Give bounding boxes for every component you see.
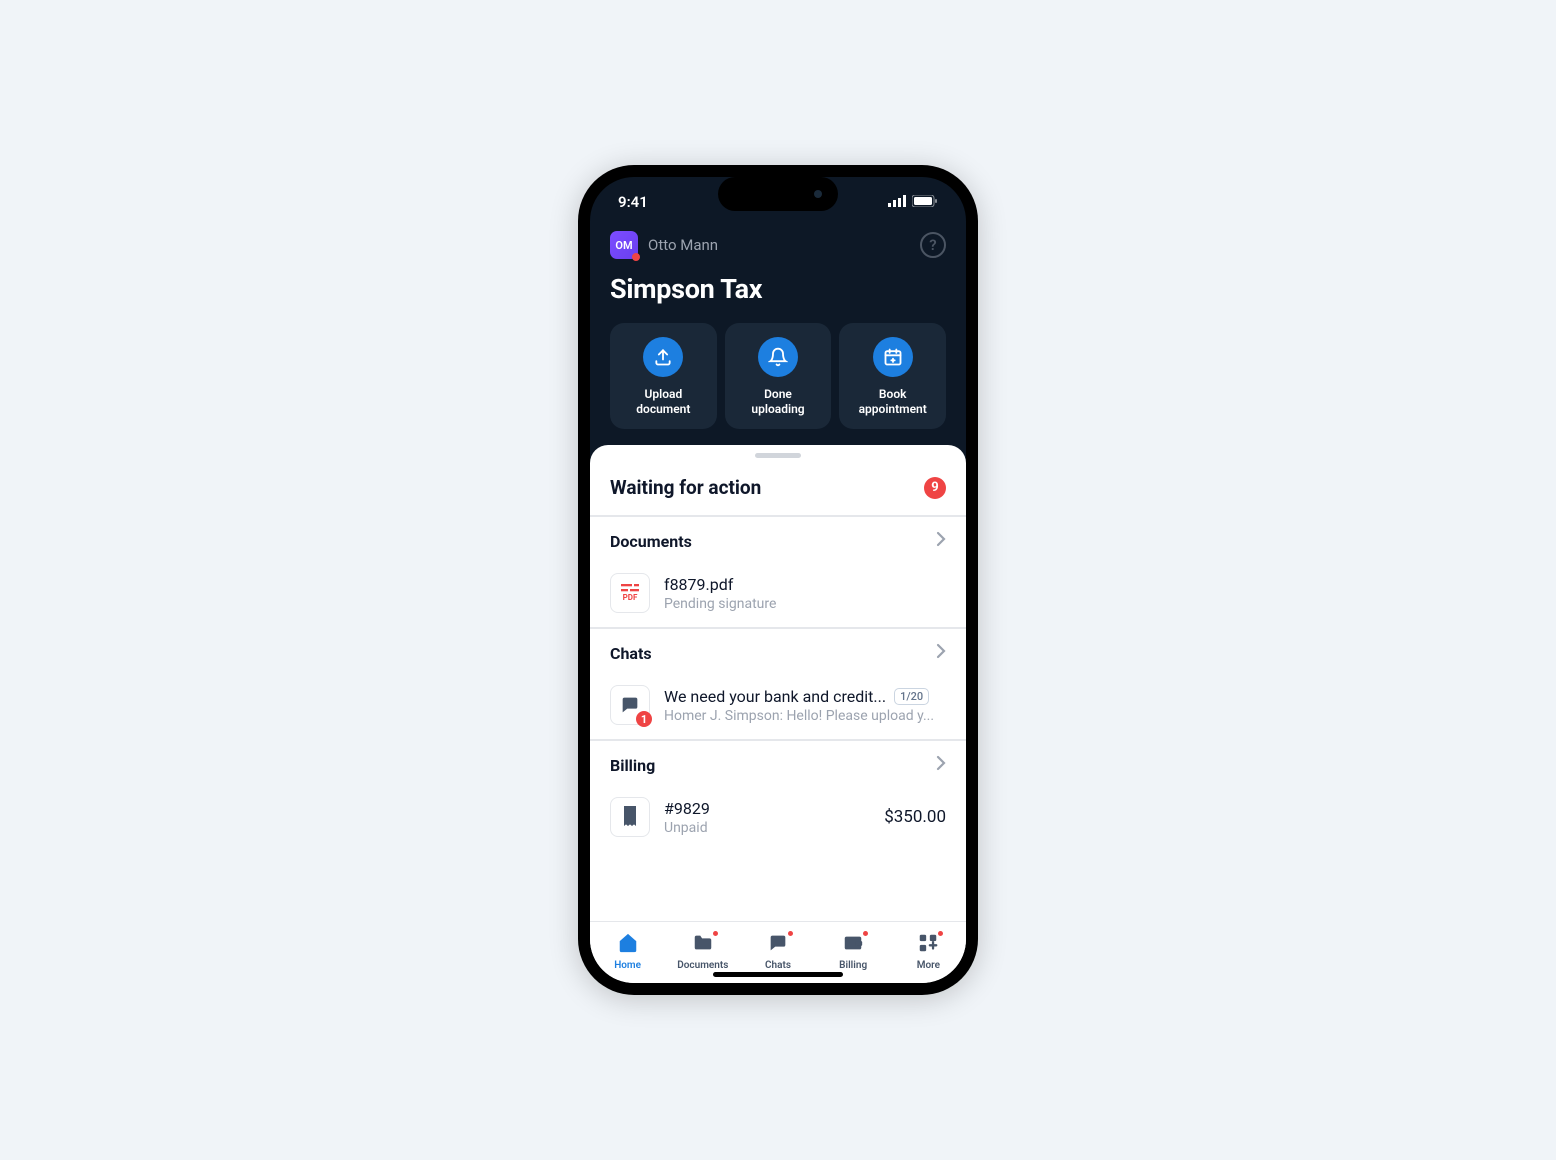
billing-section-header[interactable]: Billing — [590, 740, 966, 787]
section-title: Waiting for action — [610, 476, 761, 499]
avatar-notification-dot — [632, 253, 640, 261]
chevron-right-icon — [936, 755, 946, 775]
tab-chats[interactable]: Chats — [747, 932, 809, 971]
tab-label: Chats — [765, 960, 791, 971]
chevron-right-icon — [936, 643, 946, 663]
document-body: f8879.pdf Pending signature — [664, 575, 946, 612]
tile-label: Uploaddocument — [636, 387, 690, 417]
grid-icon — [917, 932, 939, 957]
invoice-amount: $350.00 — [884, 807, 946, 827]
battery-icon — [912, 193, 938, 211]
page-title: Simpson Tax — [610, 273, 946, 305]
signal-icon — [888, 193, 906, 211]
book-appointment-button[interactable]: Bookappointment — [839, 323, 946, 429]
tab-more[interactable]: More — [897, 932, 959, 971]
chevron-right-icon — [936, 531, 946, 551]
billing-label: Billing — [610, 756, 655, 775]
phone-frame: 9:41 OM Otto Mann ? Simpson Tax — [578, 165, 978, 995]
chat-preview: Homer J. Simpson: Hello! Please upload y… — [664, 708, 946, 724]
sheet-grabber[interactable] — [755, 453, 801, 458]
help-icon[interactable]: ? — [920, 232, 946, 258]
documents-section-header[interactable]: Documents — [590, 516, 966, 563]
wallet-icon — [842, 932, 864, 957]
tile-label: Doneuploading — [751, 387, 804, 417]
folder-icon — [692, 932, 714, 957]
documents-label: Documents — [610, 532, 692, 551]
notification-dot — [863, 931, 868, 936]
bell-icon — [758, 337, 798, 377]
tab-billing[interactable]: Billing — [822, 932, 884, 971]
chat-unread-badge: 1 — [636, 711, 652, 727]
chat-bubble-icon: 1 — [610, 685, 650, 725]
chat-item[interactable]: 1 We need your bank and credit... 1/20 H… — [590, 675, 966, 740]
invoice-body: #9829 Unpaid — [664, 799, 870, 836]
chat-title: We need your bank and credit... — [664, 687, 886, 706]
notification-dot — [788, 931, 793, 936]
notification-dot — [713, 931, 718, 936]
document-item[interactable]: PDF f8879.pdf Pending signature — [590, 563, 966, 628]
upload-document-button[interactable]: Uploaddocument — [610, 323, 717, 429]
tab-label: Home — [614, 960, 641, 971]
home-icon — [617, 932, 639, 957]
document-title: f8879.pdf — [664, 575, 946, 594]
pdf-icon: PDF — [610, 573, 650, 613]
sheet-content[interactable]: Waiting for action 9 Documents PDF — [590, 462, 966, 921]
action-count-badge: 9 — [924, 477, 946, 499]
action-tiles: Uploaddocument Doneuploading Bookappoint… — [590, 323, 966, 445]
invoice-status: Unpaid — [664, 820, 870, 836]
document-status: Pending signature — [664, 596, 946, 612]
chat-body: We need your bank and credit... 1/20 Hom… — [664, 687, 946, 724]
tile-label: Bookappointment — [859, 387, 927, 417]
calendar-icon — [873, 337, 913, 377]
notification-dot — [938, 931, 943, 936]
status-right — [888, 193, 938, 211]
chats-section-header[interactable]: Chats — [590, 628, 966, 675]
tab-label: More — [917, 960, 940, 971]
chat-icon — [767, 932, 789, 957]
chat-date: 1/20 — [894, 688, 929, 705]
upload-icon — [643, 337, 683, 377]
tab-home[interactable]: Home — [597, 932, 659, 971]
content-sheet: Waiting for action 9 Documents PDF — [590, 445, 966, 983]
done-uploading-button[interactable]: Doneuploading — [725, 323, 832, 429]
status-time: 9:41 — [618, 193, 648, 211]
user-name: Otto Mann — [648, 236, 718, 254]
avatar-initials: OM — [615, 239, 632, 252]
waiting-for-action-header: Waiting for action 9 — [590, 462, 966, 516]
invoice-icon — [610, 797, 650, 837]
invoice-number: #9829 — [664, 799, 870, 818]
chats-label: Chats — [610, 644, 652, 663]
invoice-item[interactable]: #9829 Unpaid $350.00 — [590, 787, 966, 851]
app-header: OM Otto Mann ? Simpson Tax — [590, 227, 966, 323]
avatar[interactable]: OM — [610, 231, 638, 259]
phone-notch — [718, 177, 838, 211]
home-indicator[interactable] — [713, 972, 843, 977]
user-row[interactable]: OM Otto Mann ? — [610, 231, 946, 259]
tab-label: Billing — [839, 960, 867, 971]
tab-documents[interactable]: Documents — [672, 932, 734, 971]
tab-label: Documents — [677, 960, 728, 971]
phone-screen: 9:41 OM Otto Mann ? Simpson Tax — [590, 177, 966, 983]
